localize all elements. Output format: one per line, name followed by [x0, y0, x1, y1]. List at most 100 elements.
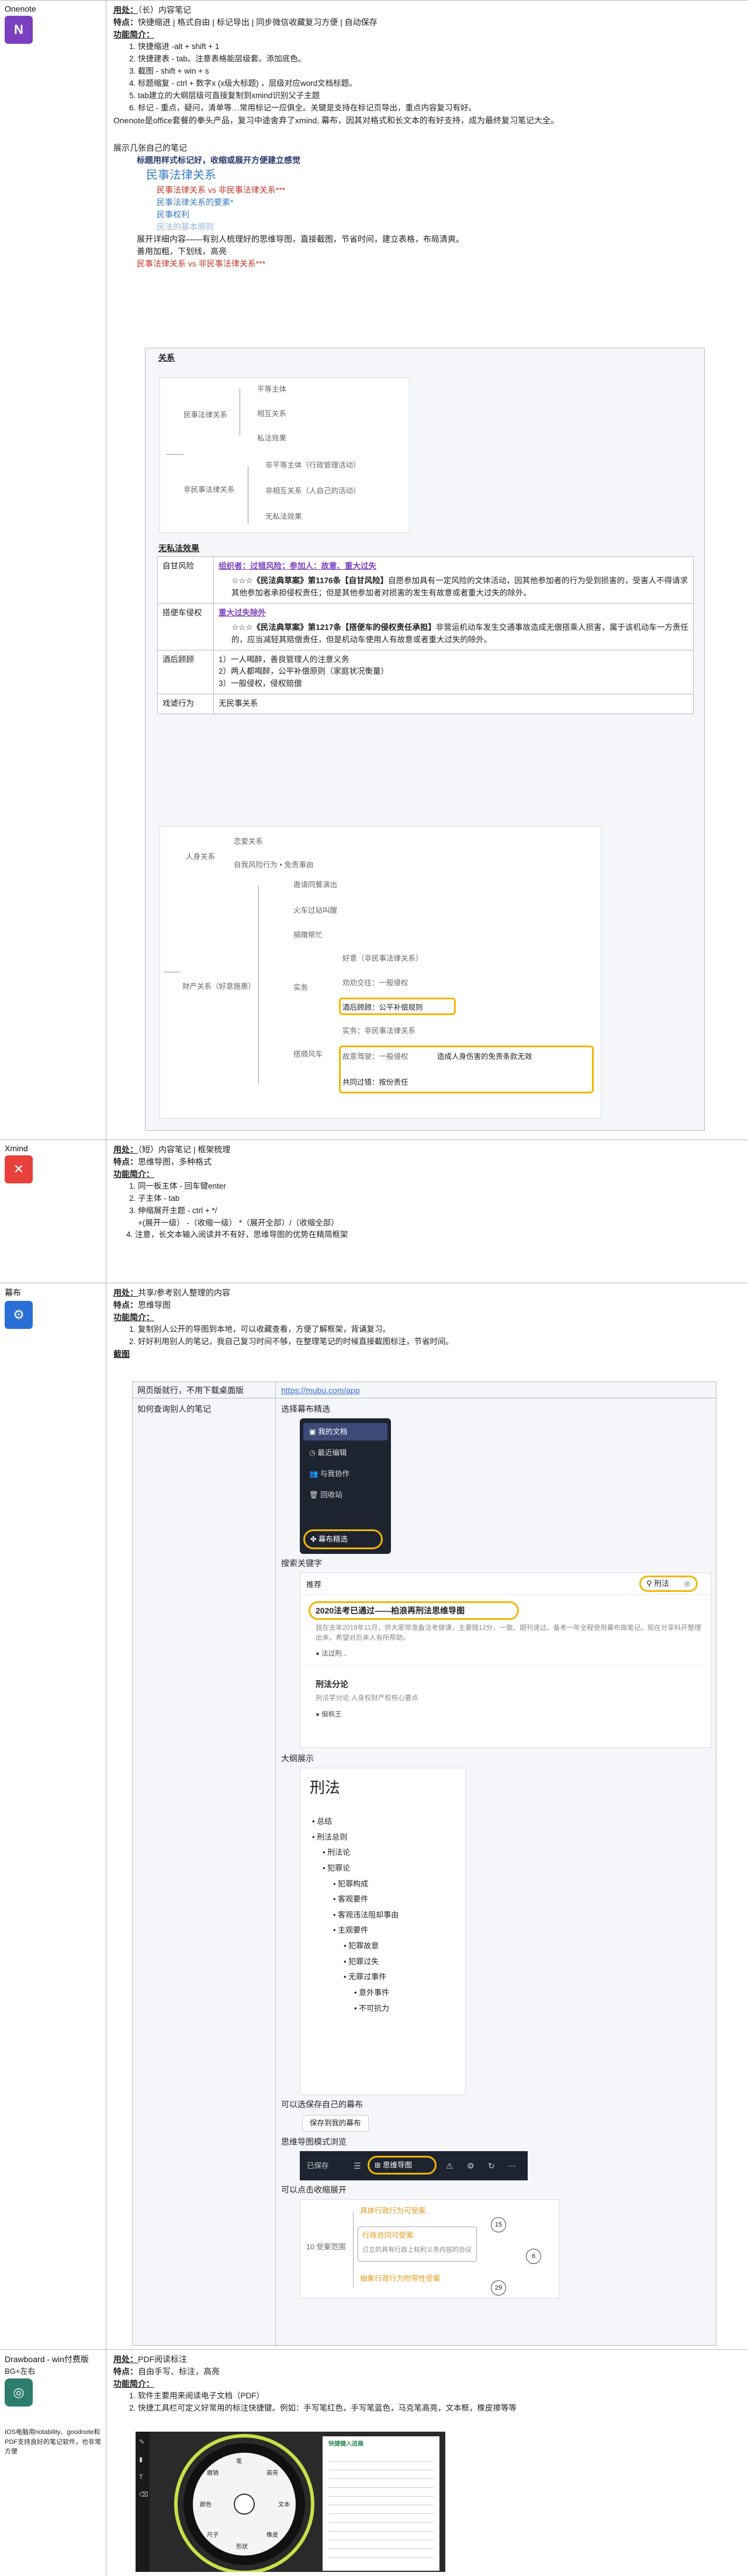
app-sub: BG+左右: [5, 2367, 36, 2376]
refresh-icon[interactable]: ↻: [488, 2160, 495, 2172]
feature-label: 特点：: [113, 2367, 138, 2376]
outline-item[interactable]: • 刑法总则: [312, 1830, 399, 1846]
shortcut-note: +(展开一级） -（收缩一级） *（展开全部）/（收缩全部）: [138, 1218, 339, 1227]
share-icon[interactable]: ⚠: [446, 2160, 453, 2172]
tab-recommend[interactable]: 推荐: [306, 1579, 321, 1591]
mubu-logo-icon: ⚙: [5, 1301, 33, 1329]
menu-item[interactable]: 最近编辑: [317, 1449, 347, 1457]
step-label: 思维导图模式浏览: [281, 2137, 347, 2146]
intro-label: 功能简介：: [113, 1169, 154, 1179]
outline-item[interactable]: • 犯罪故意: [344, 1938, 399, 1954]
wheel-text[interactable]: 文本: [278, 2501, 290, 2509]
usage-text: PDF阅读标注: [138, 2355, 187, 2364]
heading-2[interactable]: 民事权利: [157, 209, 743, 221]
more-icon[interactable]: ⋯: [508, 2160, 516, 2172]
search-input[interactable]: 刑法: [654, 1579, 669, 1588]
heading-1[interactable]: 民事法律关系: [146, 167, 743, 184]
onenote-content: 用处：（长）内容笔记 特点：快捷缩进 | 格式自由 | 标记导出 | 同步微信收…: [109, 1, 748, 1131]
text-icon[interactable]: T: [139, 2473, 143, 2482]
outline-item[interactable]: • 犯罪论: [323, 1861, 399, 1876]
wheel-color[interactable]: 颜色: [200, 2501, 212, 2509]
feature-text: 自由手写、标注，高亮: [138, 2367, 220, 2376]
save-button[interactable]: 保存到我的幕布: [302, 2115, 369, 2132]
list-item: 标题缩复 - ctrl + 数字x (x级大标题) ，层级对应word文档标题。: [138, 78, 743, 90]
usage-label: 用处：: [113, 5, 138, 15]
mubu-table: 网页版就行，不用下载桌面版 https://mubu.com/app 如何查询别…: [132, 1382, 717, 2346]
feature-list: 快捷缩进 -alt + shift + 1 快捷建表 - tab。注意表格能层级…: [138, 41, 743, 115]
row-key: 酒后顾顾: [157, 649, 214, 695]
outline-item[interactable]: • 客观要件: [333, 1892, 399, 1907]
fold-count-badge[interactable]: 15: [491, 2217, 506, 2232]
wheel-ruler[interactable]: 尺子: [207, 2531, 219, 2540]
search-icon: ⚲: [646, 1579, 654, 1588]
heading-2[interactable]: 民事法律关系的要素*: [157, 196, 743, 209]
heading-3[interactable]: 民事法律关系 vs 非民事法律关系***: [137, 258, 743, 270]
mindmap-goodwill: 人身关系 恋爱关系 自我风险行为 • 免责事由 财产关系（好意施惠） 邀请同餐演…: [160, 826, 601, 1119]
pen-icon[interactable]: ✎: [139, 2437, 144, 2447]
settings-icon[interactable]: ⚙: [467, 2160, 475, 2172]
mindmap-mode-button[interactable]: 思维导图: [383, 2161, 412, 2169]
mindmap-node: 10 受案范围: [306, 2243, 346, 2251]
doc-icon: ▣: [309, 1428, 318, 1436]
result-title[interactable]: 2020法考已通过——柏浪再刑法思维导图: [316, 1605, 465, 1617]
row-key: 自甘风险: [157, 556, 214, 604]
feature-text: 快捷缩进 | 格式自由 | 标记导出 | 同步微信收藏复习方便 | 自动保存: [138, 18, 378, 27]
mindmap-node: 人身关系: [186, 853, 216, 861]
mubu-link[interactable]: https://mubu.com/app: [281, 1384, 360, 1397]
wheel-highlight[interactable]: 高亮: [266, 2469, 278, 2478]
demo-sub: 标题用样式标记好，收缩或展开方便建立感觉: [137, 155, 300, 165]
outline-item[interactable]: • 犯罪过失: [344, 1954, 399, 1970]
result-title[interactable]: 刑法分论: [316, 1678, 348, 1691]
heading-2[interactable]: 民事法律关系 vs 非民事法律关系***: [157, 184, 743, 196]
mindmap-node: 搭顺风车: [293, 1050, 323, 1058]
menu-item[interactable]: 与我协作: [320, 1470, 349, 1478]
mindmap-node: 相互关系: [257, 410, 287, 418]
step-label: 大纲展示: [281, 1754, 314, 1763]
list-number: 4.: [126, 1230, 133, 1239]
avatar: ●: [316, 1650, 322, 1657]
result-desc: 刑法学分论 人身权财产权核心要点: [316, 1695, 418, 1702]
outline-item[interactable]: • 客观违法阻却事由: [333, 1907, 399, 1923]
mindmap-node: 平等主体: [257, 385, 287, 393]
feature-label: 特点：: [113, 1157, 138, 1166]
drawboard-section: Drawboard - win付费版 BG+左右 ◎ IOS电脑用notabil…: [0, 2349, 748, 2576]
app-name: Drawboard - win付费版: [5, 2355, 89, 2364]
list-item: 子主体 - tab: [138, 1193, 743, 1205]
highlighter-icon[interactable]: ▮: [139, 2455, 143, 2465]
list-item: 伸缩展开主题 - ctrl + */: [138, 1205, 743, 1217]
wheel-undo[interactable]: 撤销: [207, 2469, 219, 2478]
mubu-section: 幕布 ⚙ 用处：共享/参考别人整理的内容 特点：思维导图 功能简介： 复制别人公…: [0, 1283, 748, 2349]
eraser-icon[interactable]: ⌫: [139, 2490, 148, 2500]
outline-item[interactable]: • 意外事件: [354, 1985, 399, 2001]
paragraph: 善用加粗，下划线，高亮: [137, 246, 227, 256]
outline-item[interactable]: • 总结: [312, 1814, 399, 1830]
shortcut-note: 注意，长文本输入阅读并不有好，思维导图的优势在精简框架: [135, 1230, 348, 1239]
mubu-side: 幕布 ⚙: [0, 1283, 106, 2349]
list-item: 标记 - 重点，疑问，清单等…常用标记一应俱全。关键是支持在标记页导出，重点内容…: [138, 102, 743, 115]
outline-item[interactable]: • 主观要件: [333, 1923, 399, 1938]
outline-item[interactable]: • 无罪过事件: [344, 1969, 399, 1985]
menu-item[interactable]: 幕布精选: [318, 1535, 348, 1543]
outline-item[interactable]: • 刑法论: [323, 1845, 399, 1861]
list-icon[interactable]: ☰: [354, 2160, 361, 2172]
wheel-eraser[interactable]: 橡皮: [266, 2531, 278, 2540]
menu-item[interactable]: 我的文档: [318, 1428, 347, 1436]
step-label: 搜索关键字: [281, 1559, 322, 1568]
wheel-pen[interactable]: 笔: [236, 2457, 242, 2466]
heading-2[interactable]: 民法的基本原则: [157, 221, 743, 233]
table-header-relation: 关系: [158, 353, 175, 362]
mindmap-node: 民事法律关系: [183, 411, 228, 419]
row-key: 戏谑行为: [157, 694, 214, 715]
menu-item[interactable]: 回收站: [320, 1491, 342, 1499]
clear-icon[interactable]: ⊗: [684, 1578, 691, 1590]
outline-item[interactable]: • 犯罪构成: [333, 1876, 399, 1892]
list-item: 好好利用别人的笔记，我自己复习时间不够，在整理笔记的时候直接截图标注，节省时间。: [138, 1336, 743, 1348]
onenote-logo-icon: N: [5, 16, 33, 44]
row-line: 2）两人都喝醉，公平补偿原则（家庭状况衡量）: [219, 667, 389, 676]
fold-count-badge[interactable]: 6: [526, 2249, 541, 2264]
feature-list: 复制别人公开的导图到本地，可以收藏查看，方便了解框架，背诵复习。 好好利用别人的…: [138, 1324, 743, 1348]
outline-item[interactable]: • 不可抗力: [354, 2001, 399, 2017]
fold-count-badge[interactable]: 29: [491, 2280, 506, 2295]
row-tag: 组织者：过错风险；参加人：故意、重大过失: [219, 562, 376, 570]
wheel-shape[interactable]: 形状: [236, 2543, 248, 2551]
